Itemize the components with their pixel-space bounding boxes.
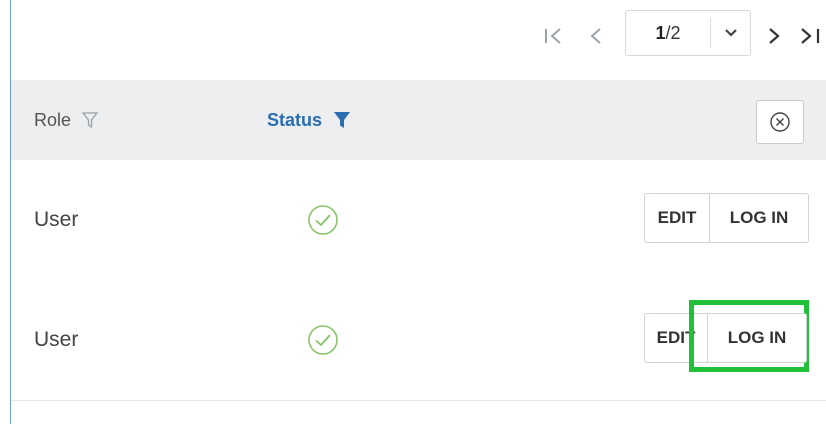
table-row: User EDIT LOG IN	[11, 160, 826, 281]
page-dropdown-toggle[interactable]	[711, 28, 750, 38]
filter-outline-icon[interactable]	[81, 111, 99, 129]
next-page-icon	[769, 28, 780, 44]
role-header-label: Role	[34, 109, 72, 130]
role-cell: User	[34, 208, 79, 231]
prev-page-button[interactable]	[585, 18, 607, 54]
pagination-bar: 1/2	[11, 0, 826, 80]
check-circle-icon	[308, 325, 338, 355]
status-cell	[307, 160, 339, 280]
filter-filled-icon[interactable]	[332, 110, 352, 130]
current-page: 1	[655, 22, 666, 43]
column-header-role[interactable]: Role	[34, 80, 99, 160]
status-cell	[307, 280, 339, 400]
log-in-button[interactable]: LOG IN	[710, 193, 809, 243]
chevron-down-icon	[724, 29, 737, 37]
check-circle-icon	[308, 205, 338, 235]
edit-button[interactable]: EDIT	[644, 313, 708, 363]
prev-page-icon	[590, 28, 601, 44]
log-in-button[interactable]: LOG IN	[708, 313, 807, 363]
row-actions: EDIT LOG IN	[644, 313, 807, 363]
edit-button[interactable]: EDIT	[644, 193, 710, 243]
clear-circle-icon	[770, 112, 790, 132]
row-actions: EDIT LOG IN	[644, 193, 809, 243]
column-header-status[interactable]: Status	[267, 80, 352, 160]
page-indicator: 1/2	[626, 23, 710, 44]
table-row	[11, 401, 826, 424]
last-page-icon	[801, 28, 820, 44]
clear-filters-button[interactable]	[756, 100, 804, 144]
first-page-button[interactable]	[541, 18, 569, 54]
role-cell: User	[34, 328, 79, 351]
table-row: User EDIT LOG IN	[11, 280, 826, 401]
users-table-panel: 1/2 Role Status User EDIT LOG IN User ED…	[10, 0, 826, 424]
last-page-button[interactable]	[795, 18, 826, 54]
total-pages: 2	[670, 22, 681, 43]
table-header: Role Status	[11, 80, 826, 160]
first-page-icon	[545, 28, 561, 44]
page-select[interactable]: 1/2	[625, 10, 751, 56]
status-header-label: Status	[267, 109, 323, 130]
next-page-button[interactable]	[763, 18, 785, 54]
